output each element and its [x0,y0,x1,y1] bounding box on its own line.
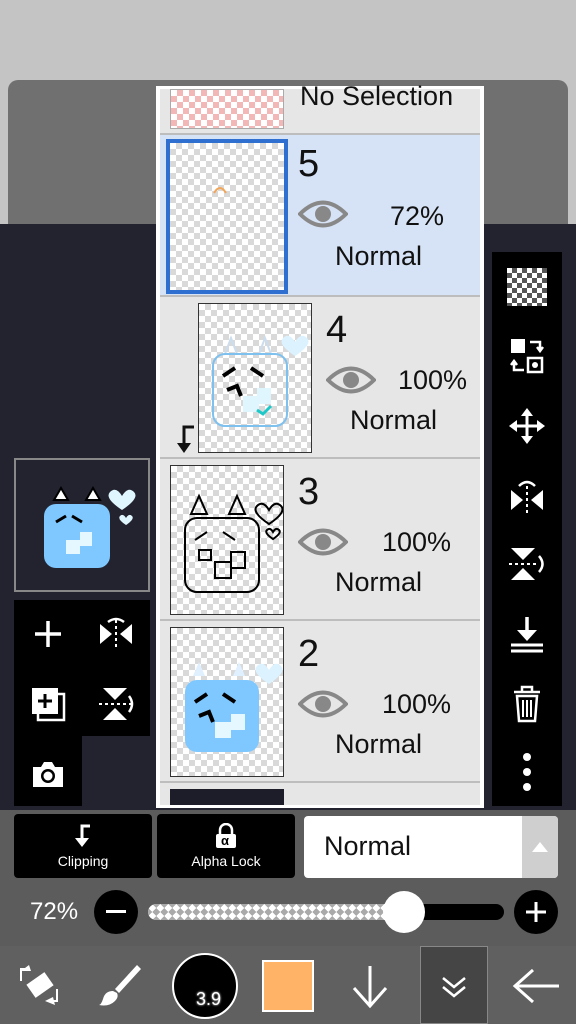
layer-opacity: 100% [382,527,452,557]
layer-number: 5 [298,143,320,185]
canvas-preview[interactable] [14,458,150,592]
clipping-label: Clipping [57,853,109,869]
layer-blend-mode: Normal [350,405,438,435]
layer-blend-mode: Normal [335,567,423,597]
blend-mode-dropdown-arrow[interactable] [522,816,558,878]
duplicate-layer-button[interactable] [26,682,70,726]
layers-chevron-icon [442,977,466,998]
brush-icon [99,965,141,1006]
alpha-lock-button[interactable]: α Alpha Lock [157,814,295,878]
flip-horizontal-icon[interactable] [505,474,549,518]
layer-opacity: 100% [398,365,468,395]
arrow-left-icon [512,968,559,1004]
opacity-slider-track[interactable] [148,904,504,920]
blend-mode-value: Normal [324,831,412,861]
layer-thumbnail-1 [170,789,284,805]
opacity-value-label: 72% [30,898,79,925]
plus-icon [526,902,546,922]
clipping-button[interactable]: Clipping [14,814,152,878]
transform-tool-button[interactable] [12,958,66,1012]
layer-thumbnail-3 [170,465,284,615]
selection-thumbnail [170,89,284,129]
camera-icon[interactable] [26,752,70,796]
blend-mode-select[interactable]: Normal [304,816,558,878]
flip-layer-vertical-button[interactable] [94,682,138,726]
layer-blend-mode: Normal [335,241,423,271]
more-options-icon[interactable] [505,750,549,794]
layer-row-4[interactable]: 4 100% Normal [160,297,480,459]
visibility-eye-icon[interactable] [297,525,349,564]
layers-button[interactable] [420,946,488,1024]
layer-thumbnail-4 [198,303,312,453]
layer-opacity: 72% [390,201,445,231]
layer-row-1-partial[interactable] [160,783,480,805]
swap-layer-icon[interactable] [505,334,549,378]
clipping-arrow-icon [174,423,198,460]
move-icon[interactable] [505,404,549,448]
no-selection-label: No Selection [300,81,454,111]
no-selection-row[interactable]: No Selection [160,81,480,135]
alpha-symbol: α [221,833,229,848]
flip-layer-horizontal-button[interactable] [94,612,138,656]
merge-down-icon[interactable] [505,612,549,656]
layer-thumbnail-5 [166,139,288,294]
clipping-icon [75,824,90,847]
arrow-down-icon [352,966,388,1009]
flip-vertical-icon[interactable] [505,542,549,586]
opacity-slider-thumb[interactable] [383,891,426,933]
back-button[interactable] [506,958,566,1014]
opacity-slider-fill [148,904,405,920]
layer-opacity: 100% [382,689,452,719]
alpha-lock-icon: α [214,822,238,849]
chevron-up-icon [532,842,548,852]
layer-row-3[interactable]: 3 100% Normal [160,459,480,621]
alpha-lock-label: Alpha Lock [191,853,261,869]
layer-row-5[interactable]: 5 72% Normal [160,135,480,297]
opacity-increase-button[interactable] [514,890,558,934]
minus-icon [106,910,126,913]
down-arrow-button[interactable] [342,958,398,1014]
visibility-eye-icon[interactable] [297,687,349,726]
brush-tool-button[interactable] [94,958,148,1012]
layer-thumbnail-2 [170,627,284,777]
brush-size-button[interactable]: 3.9 [172,953,238,1019]
layer-blend-mode: Normal [335,729,423,759]
trash-icon[interactable] [505,682,549,726]
layer-number: 4 [326,309,348,351]
layer-number: 2 [298,633,320,675]
brush-size-value: 3.9 [196,989,222,1009]
layer-number: 3 [298,471,320,513]
layer-row-2[interactable]: 2 100% Normal [160,621,480,783]
add-layer-button[interactable] [26,612,70,656]
visibility-eye-icon[interactable] [325,363,377,402]
color-swatch-button[interactable] [262,960,314,1012]
opacity-decrease-button[interactable] [94,890,138,934]
visibility-eye-icon[interactable] [297,197,349,236]
transform-tool-icon [20,965,58,1005]
transparent-layer-icon[interactable] [507,268,547,306]
